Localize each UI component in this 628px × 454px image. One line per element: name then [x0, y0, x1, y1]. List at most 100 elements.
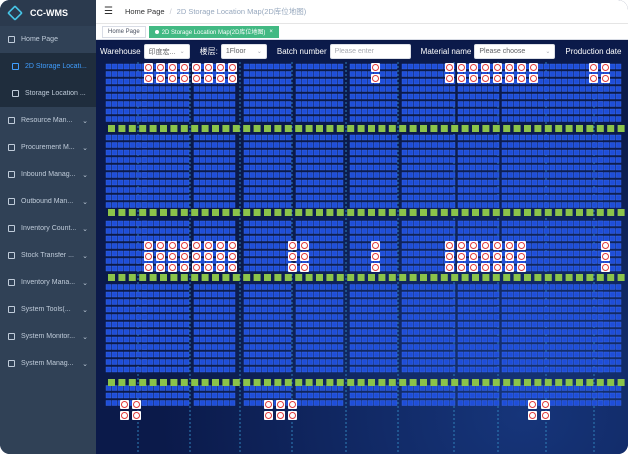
storage-slot[interactable] — [273, 336, 280, 343]
storage-slot[interactable] — [199, 220, 206, 227]
storage-slot[interactable] — [573, 194, 580, 201]
storage-slot[interactable] — [507, 202, 514, 208]
storage-slot[interactable] — [117, 258, 124, 264]
storage-slot[interactable] — [223, 86, 230, 92]
storage-slot[interactable] — [519, 93, 526, 100]
storage-slot[interactable] — [367, 157, 374, 163]
storage-slot[interactable] — [457, 220, 464, 227]
storage-slot[interactable] — [307, 284, 314, 290]
storage-slot[interactable] — [147, 306, 154, 313]
storage-slot[interactable] — [493, 220, 500, 227]
storage-slot[interactable] — [273, 194, 280, 201]
storage-slot[interactable] — [573, 250, 580, 257]
storage-slot[interactable] — [603, 101, 610, 107]
storage-slot[interactable] — [177, 149, 184, 156]
storage-slot[interactable] — [223, 164, 230, 171]
storage-slot[interactable] — [141, 194, 148, 201]
storage-slot[interactable] — [355, 321, 362, 328]
storage-slot[interactable] — [273, 243, 280, 249]
storage-slot[interactable] — [543, 385, 550, 391]
storage-slot[interactable] — [111, 385, 118, 391]
storage-slot[interactable] — [615, 243, 622, 249]
storage-slot[interactable] — [425, 101, 432, 107]
storage-slot[interactable] — [615, 250, 622, 257]
storage-slot[interactable] — [295, 220, 302, 227]
storage-slot[interactable] — [307, 134, 314, 141]
storage-slot[interactable] — [579, 202, 586, 208]
storage-slot[interactable] — [255, 291, 262, 298]
storage-slot[interactable] — [603, 187, 610, 193]
storage-slot[interactable] — [391, 366, 398, 373]
storage-slot[interactable] — [331, 351, 338, 358]
storage-slot[interactable] — [507, 351, 514, 358]
storage-slot[interactable] — [117, 86, 124, 92]
storage-slot[interactable] — [319, 258, 326, 264]
storage-slot[interactable] — [543, 172, 550, 178]
storage-slot[interactable] — [111, 392, 118, 399]
storage-slot[interactable] — [591, 366, 598, 373]
storage-slot[interactable] — [615, 400, 622, 406]
storage-slot[interactable] — [475, 344, 482, 350]
storage-slot[interactable] — [585, 265, 592, 272]
storage-slot[interactable] — [243, 157, 250, 163]
storage-slot[interactable] — [555, 366, 562, 373]
storage-slot[interactable] — [105, 93, 112, 100]
storage-slot[interactable] — [567, 220, 574, 227]
storage-slot[interactable] — [301, 351, 308, 358]
storage-slot[interactable] — [249, 351, 256, 358]
storage-slot[interactable] — [475, 228, 482, 234]
storage-slot[interactable] — [615, 172, 622, 178]
storage-slot[interactable] — [273, 142, 280, 148]
storage-slot[interactable] — [525, 108, 532, 115]
storage-slot[interactable] — [487, 149, 494, 156]
storage-slot[interactable] — [111, 149, 118, 156]
storage-slot[interactable] — [111, 142, 118, 148]
storage-slot[interactable] — [267, 258, 274, 264]
storage-slot[interactable] — [337, 220, 344, 227]
storage-slot[interactable] — [129, 291, 136, 298]
storage-slot[interactable] — [579, 329, 586, 335]
storage-slot[interactable] — [513, 336, 520, 343]
storage-slot[interactable] — [285, 306, 292, 313]
hamburger-icon[interactable]: ☰ — [104, 6, 113, 17]
storage-slot[interactable] — [475, 336, 482, 343]
storage-slot[interactable] — [249, 265, 256, 272]
storage-slot[interactable] — [171, 299, 178, 305]
storage-slot[interactable] — [457, 351, 464, 358]
storage-slot[interactable] — [457, 134, 464, 141]
storage-slot[interactable] — [349, 172, 356, 178]
storage-slot[interactable] — [183, 284, 190, 290]
storage-slot[interactable] — [457, 306, 464, 313]
storage-slot[interactable] — [543, 336, 550, 343]
storage-slot[interactable] — [469, 336, 476, 343]
storage-slot[interactable] — [301, 314, 308, 320]
storage-slot[interactable] — [531, 202, 538, 208]
storage-slot[interactable] — [481, 385, 488, 391]
storage-slot[interactable] — [401, 392, 408, 399]
storage-slot[interactable] — [391, 134, 398, 141]
storage-slot[interactable] — [413, 86, 420, 92]
storage-slot[interactable] — [449, 134, 456, 141]
storage-slot[interactable] — [501, 235, 508, 242]
storage-slot[interactable] — [525, 366, 532, 373]
storage-slot[interactable] — [159, 359, 166, 365]
storage-slot[interactable] — [537, 306, 544, 313]
storage-slot[interactable] — [379, 172, 386, 178]
storage-slot[interactable] — [507, 306, 514, 313]
storage-slot[interactable] — [437, 71, 444, 77]
storage-slot[interactable] — [249, 63, 256, 70]
storage-slot[interactable] — [355, 179, 362, 186]
storage-slot[interactable] — [135, 265, 142, 272]
storage-slot[interactable] — [591, 101, 598, 107]
storage-slot[interactable] — [507, 134, 514, 141]
storage-slot[interactable] — [591, 291, 598, 298]
storage-slot[interactable] — [111, 344, 118, 350]
storage-slot[interactable] — [279, 359, 286, 365]
storage-slot[interactable] — [481, 194, 488, 201]
storage-slot[interactable] — [331, 63, 338, 70]
storage-slot[interactable] — [279, 93, 286, 100]
storage-slot[interactable] — [117, 228, 124, 234]
storage-slot[interactable] — [437, 116, 444, 122]
storage-slot[interactable] — [463, 108, 470, 115]
storage-slot[interactable] — [193, 351, 200, 358]
